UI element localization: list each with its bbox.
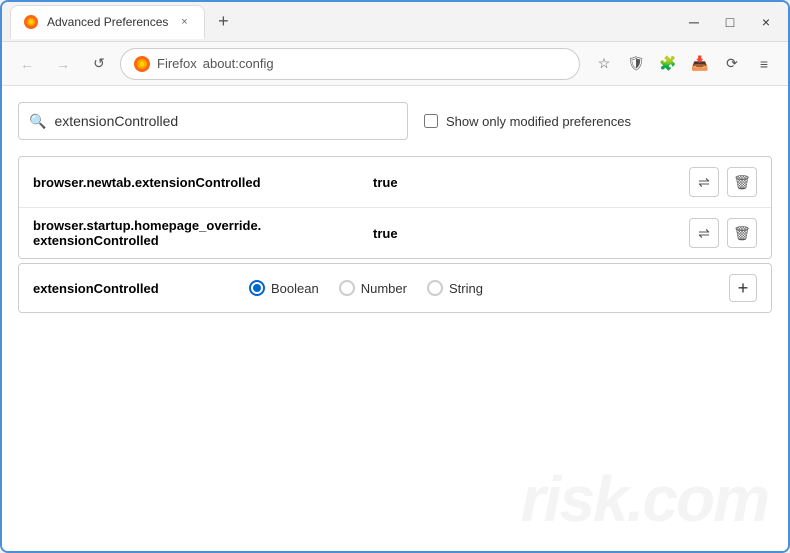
pref-value-1: true: [373, 175, 689, 190]
search-bar: 🔍 Show only modified preferences: [18, 102, 772, 140]
radio-boolean[interactable]: Boolean: [249, 280, 319, 296]
bookmark-button[interactable]: ☆: [590, 50, 618, 78]
show-modified-text: Show only modified preferences: [446, 114, 631, 129]
new-pref-name: extensionControlled: [33, 281, 233, 296]
pref-actions-1: ⇌ 🗑: [689, 167, 757, 197]
active-tab[interactable]: Advanced Preferences ×: [10, 5, 205, 39]
refresh-button[interactable]: ↺: [84, 49, 114, 79]
pref-name-1: browser.newtab.extensionControlled: [33, 175, 373, 190]
search-input[interactable]: [54, 113, 397, 129]
pref-name-2: browser.startup.homepage_override. exten…: [33, 218, 373, 248]
radio-number[interactable]: Number: [339, 280, 407, 296]
new-pref-section-wrapper: extensionControlled Boolean Number: [18, 263, 772, 313]
radio-number-label: Number: [361, 281, 407, 296]
table-row: browser.startup.homepage_override. exten…: [19, 208, 771, 258]
radio-string-label: String: [449, 281, 483, 296]
tab-close-button[interactable]: ×: [176, 14, 192, 30]
sync-button[interactable]: ⟳: [718, 50, 746, 78]
menu-button[interactable]: ≡: [750, 50, 778, 78]
new-pref-section: extensionControlled Boolean Number: [18, 263, 772, 313]
close-button[interactable]: ×: [752, 8, 780, 36]
watermark: risk.com: [521, 467, 768, 531]
radio-boolean-label: Boolean: [271, 281, 319, 296]
toggle-button-2[interactable]: ⇌: [689, 218, 719, 248]
delete-button-2[interactable]: 🗑: [727, 218, 757, 248]
back-button[interactable]: ←: [12, 49, 42, 79]
search-icon: 🔍: [29, 113, 46, 130]
browser-name-label: Firefox: [157, 56, 197, 71]
new-tab-button[interactable]: +: [209, 8, 237, 36]
add-pref-button[interactable]: +: [729, 274, 757, 302]
radio-string-circle: [427, 280, 443, 296]
show-modified-checkbox[interactable]: [424, 114, 438, 128]
url-text: about:config: [203, 56, 274, 71]
shield-button[interactable]: 🛡: [622, 50, 650, 78]
delete-button-1[interactable]: 🗑: [727, 167, 757, 197]
pref-value-2: true: [373, 226, 689, 241]
tab-title: Advanced Preferences: [47, 15, 168, 29]
browser-window: Advanced Preferences × + ─ □ × ← → ↺ Fir…: [0, 0, 790, 553]
radio-boolean-circle: [249, 280, 265, 296]
maximize-button[interactable]: □: [716, 8, 744, 36]
window-controls: ─ □ ×: [680, 8, 780, 36]
nav-icon-group: ☆ 🛡 🧩 📥 ⟳ ≡: [590, 50, 778, 78]
radio-number-circle: [339, 280, 355, 296]
download-button[interactable]: 📥: [686, 50, 714, 78]
extension-button[interactable]: 🧩: [654, 50, 682, 78]
pref-name-line2: extensionControlled: [33, 233, 159, 248]
search-wrapper[interactable]: 🔍: [18, 102, 408, 140]
content-area: risk.com 🔍 Show only modified preference…: [2, 86, 788, 551]
pref-name-line1: browser.startup.homepage_override.: [33, 218, 261, 233]
title-bar: Advanced Preferences × + ─ □ ×: [2, 2, 788, 42]
nav-bar: ← → ↺ Firefox about:config ☆ 🛡 🧩 📥 ⟳ ≡: [2, 42, 788, 86]
table-row: browser.newtab.extensionControlled true …: [19, 157, 771, 208]
firefox-logo-icon: [133, 55, 151, 73]
address-bar[interactable]: Firefox about:config: [120, 48, 580, 80]
minimize-button[interactable]: ─: [680, 8, 708, 36]
preferences-table: browser.newtab.extensionControlled true …: [18, 156, 772, 259]
forward-button[interactable]: →: [48, 49, 78, 79]
pref-actions-2: ⇌ 🗑: [689, 218, 757, 248]
radio-string[interactable]: String: [427, 280, 483, 296]
firefox-tab-icon: [23, 14, 39, 30]
toggle-button-1[interactable]: ⇌: [689, 167, 719, 197]
show-modified-label[interactable]: Show only modified preferences: [424, 114, 631, 129]
new-pref-row: extensionControlled Boolean Number: [19, 264, 771, 312]
type-radio-group: Boolean Number String: [249, 280, 713, 296]
